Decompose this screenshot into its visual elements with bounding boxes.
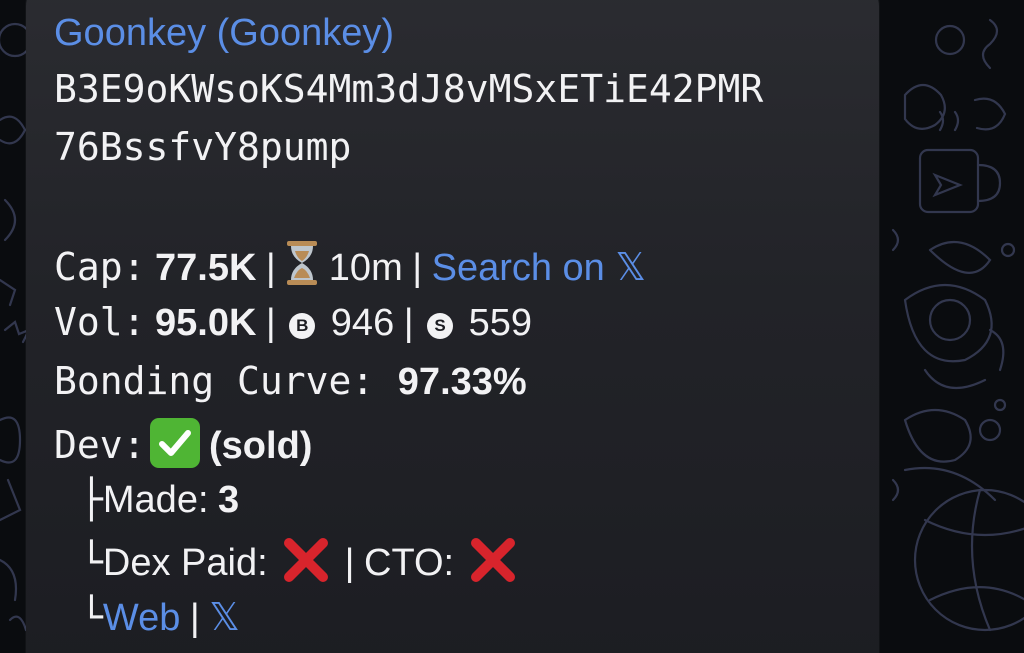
made-label: Made: — [102, 479, 209, 521]
tree-branch: └ — [80, 595, 103, 639]
dex-paid-row: └Dex Paid: | CTO: — [80, 535, 522, 586]
search-on-x-link[interactable]: Search on 𝕏 — [431, 245, 647, 289]
cross-icon — [281, 535, 331, 585]
web-link[interactable]: Web — [103, 597, 180, 639]
x-link-icon[interactable]: 𝕏 — [209, 595, 240, 639]
made-value: 3 — [218, 479, 240, 521]
separator: | — [189, 597, 200, 639]
cap-value: 77.5K — [155, 247, 257, 289]
x-logo-icon: 𝕏 — [615, 245, 647, 289]
separator: | — [403, 302, 414, 344]
bonding-curve-value: 97.33% — [397, 361, 527, 403]
buy-count: 946 — [330, 302, 395, 344]
buy-coin-icon: B — [289, 313, 316, 339]
dex-paid-label: Dex Paid: — [102, 542, 268, 584]
volume-row: Vol: 95.0K | B 946 | S 559 — [54, 299, 532, 346]
bonding-curve-label: Bonding Curve: — [54, 359, 375, 403]
volume-label: Vol: — [54, 300, 146, 344]
tree-branch: └ — [80, 540, 103, 584]
sell-coin-icon: S — [427, 313, 454, 339]
dev-status: (sold) — [209, 425, 313, 467]
volume-value: 95.0K — [155, 302, 257, 344]
separator: | — [412, 247, 423, 289]
separator: | — [265, 247, 276, 289]
sell-count: 559 — [468, 302, 532, 344]
chat-background: Goonkey (Goonkey) B3E9oKWsoKS4Mm3dJ8vMSx… — [0, 0, 1024, 653]
separator: | — [344, 542, 355, 584]
contract-address-line1[interactable]: B3E9oKWsoKS4Mm3dJ8vMSxETiE42PMR — [54, 66, 763, 112]
cap-row: Cap: 77.5K | 10m | Search on 𝕏 — [54, 241, 646, 296]
dev-row: Dev: (sold) — [54, 418, 312, 469]
dev-made-row: ├Made: 3 — [80, 476, 239, 523]
bonding-curve-row: Bonding Curve: 97.33% — [54, 358, 527, 405]
token-title[interactable]: Goonkey (Goonkey) — [54, 10, 394, 56]
contract-address-line2[interactable]: 76BssfvY8pump — [54, 124, 351, 170]
cross-icon — [468, 535, 518, 585]
cto-label: CTO: — [364, 542, 455, 584]
cap-label: Cap: — [54, 245, 146, 289]
check-icon — [149, 418, 200, 468]
search-on-x-label: Search on — [431, 247, 605, 289]
dev-links-row: └Web | 𝕏 — [80, 594, 240, 641]
tree-branch: ├ — [80, 477, 103, 521]
dev-label: Dev: — [54, 423, 146, 467]
hourglass-icon — [285, 241, 319, 296]
token-age: 10m — [328, 247, 403, 289]
separator: | — [265, 302, 276, 344]
